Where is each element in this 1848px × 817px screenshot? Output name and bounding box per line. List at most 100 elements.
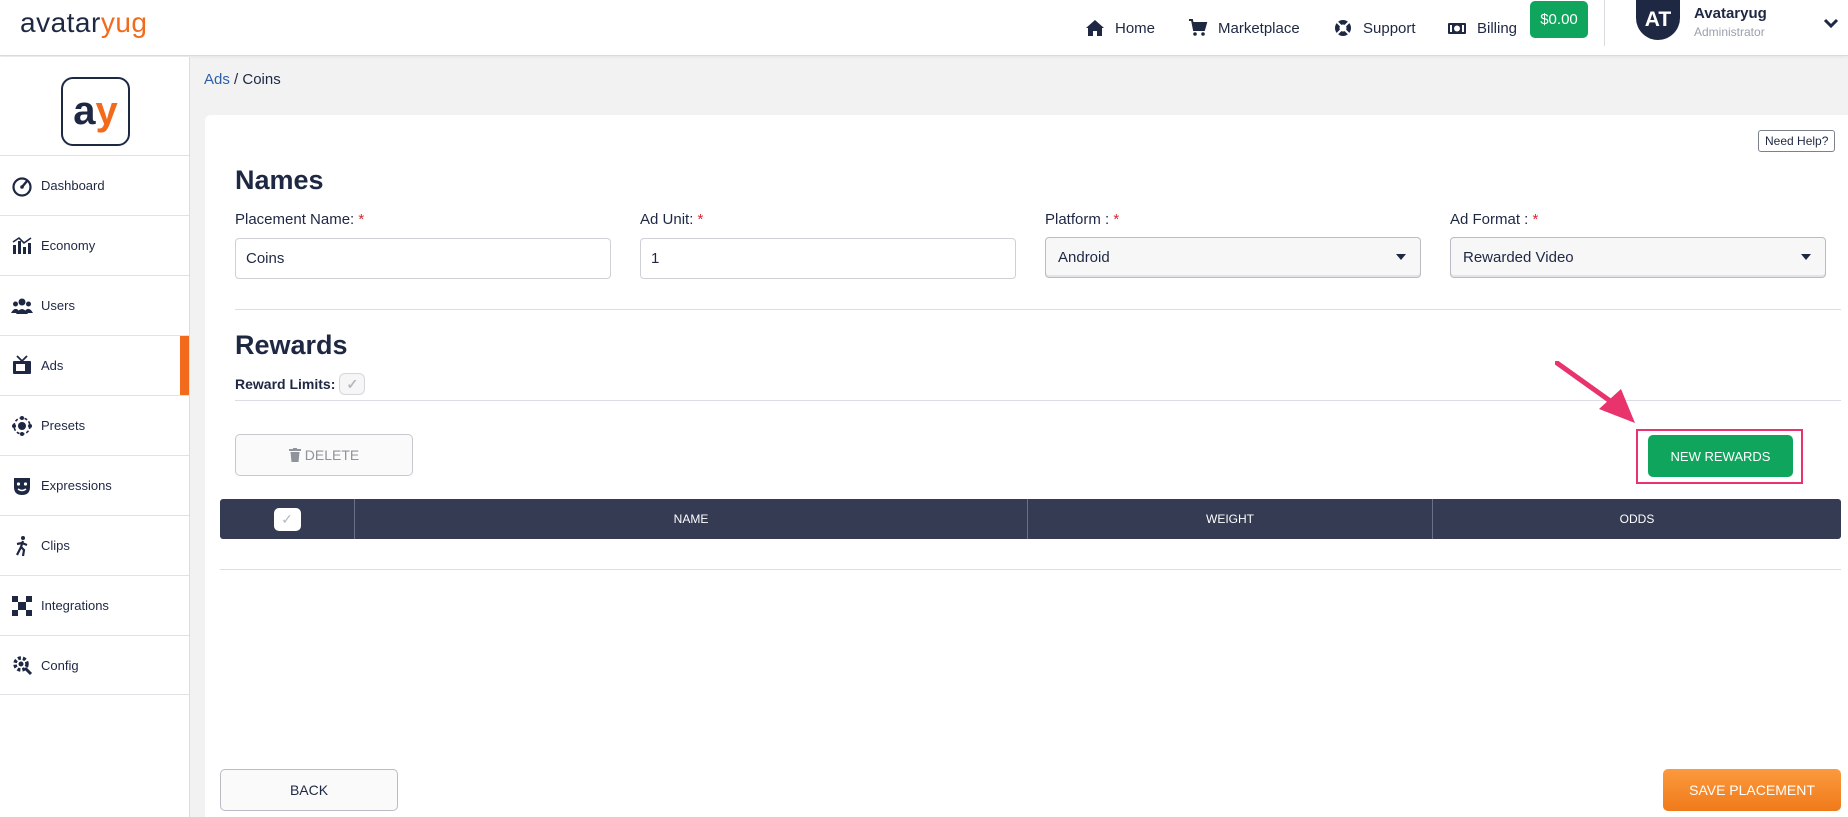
column-header-name[interactable]: NAME — [355, 499, 1028, 539]
sidebar-nav: Dashboard Economy Users Ads Presets Expr… — [0, 155, 189, 695]
platform-select-value: Android — [1058, 249, 1110, 266]
trash-icon — [288, 448, 301, 462]
save-placement-button[interactable]: SAVE PLACEMENT — [1663, 769, 1841, 811]
money-icon — [1448, 23, 1466, 34]
integrations-icon — [12, 595, 32, 616]
nav-home-label: Home — [1115, 19, 1156, 37]
sidebar-logo[interactable]: ay — [61, 77, 130, 146]
sidebar-item-label: Clips — [41, 538, 70, 553]
back-button[interactable]: BACK — [220, 769, 398, 811]
section-divider — [235, 309, 1841, 310]
pointer-arrow-icon — [1555, 361, 1635, 423]
economy-icon — [12, 236, 32, 254]
sidebar-item-integrations[interactable]: Integrations — [0, 575, 189, 635]
select-all-cell: ✓ — [220, 499, 355, 539]
platform-label-text: Platform : — [1045, 211, 1110, 228]
reward-limits-field: Reward Limits: ✓ — [235, 373, 366, 395]
table-bottom-divider — [220, 569, 1841, 570]
sidebar-item-label: Economy — [41, 238, 96, 253]
ads-icon — [13, 354, 31, 374]
rewards-section-title: Rewards — [235, 330, 348, 360]
home-icon — [1086, 20, 1104, 36]
required-marker: * — [1113, 211, 1120, 228]
reward-limits-label: Reward Limits: — [235, 376, 336, 392]
required-marker: * — [697, 211, 704, 228]
sidebar: ay Dashboard Economy Users Ads Presets E… — [0, 57, 190, 817]
sidebar-item-ads[interactable]: Ads — [0, 335, 189, 396]
sidebar-item-label: Users — [41, 298, 75, 313]
platform-label: Platform : * — [1045, 211, 1119, 228]
column-header-odds[interactable]: ODDS — [1433, 499, 1841, 539]
rewards-table-header: ✓ NAME WEIGHT ODDS — [220, 499, 1841, 539]
placement-name-input[interactable]: Coins — [235, 238, 611, 279]
placement-name-label-text: Placement Name: — [235, 211, 355, 228]
dashboard-icon — [12, 176, 32, 197]
required-marker: * — [1532, 211, 1539, 228]
avatar[interactable]: AT — [1636, 0, 1680, 40]
placement-form-card: Need Help? Names Placement Name: * Coins… — [205, 115, 1848, 817]
sidebar-item-expressions[interactable]: Expressions — [0, 455, 189, 515]
nav-billing-label: Billing — [1477, 19, 1518, 37]
caret-down-icon — [1396, 254, 1406, 260]
new-rewards-button[interactable]: NEW REWARDS — [1648, 435, 1793, 477]
nav-support-label: Support — [1363, 19, 1416, 37]
sidebar-item-presets[interactable]: Presets — [0, 395, 189, 455]
sidebar-item-label: Presets — [41, 418, 86, 433]
sidebar-item-label: Expressions — [41, 478, 112, 493]
logo-mark-y: y — [95, 89, 118, 133]
nav-home[interactable]: Home — [1085, 0, 1155, 56]
delete-button-label: DELETE — [304, 447, 360, 463]
select-all-checkbox[interactable]: ✓ — [273, 507, 301, 531]
need-help-button[interactable]: Need Help? — [1758, 130, 1836, 152]
placement-name-label: Placement Name: * — [235, 211, 364, 228]
user-role: Administrator — [1694, 25, 1765, 39]
sidebar-item-dashboard[interactable]: Dashboard — [0, 155, 189, 215]
sidebar-item-label: Config — [41, 657, 79, 673]
sidebar-item-label: Integrations — [41, 598, 109, 613]
presets-icon — [12, 415, 32, 436]
nav-marketplace-label: Marketplace — [1218, 19, 1300, 37]
cart-icon — [1189, 19, 1208, 36]
users-icon — [11, 298, 33, 314]
user-name[interactable]: Avataryug — [1694, 5, 1767, 22]
platform-select[interactable]: Android — [1045, 237, 1421, 278]
breadcrumb-separator: / — [229, 71, 243, 88]
balance-button[interactable]: $0.00 — [1530, 1, 1588, 38]
nav-marketplace[interactable]: Marketplace — [1188, 0, 1300, 56]
config-icon — [13, 656, 33, 676]
logo-text-part1: avatar — [20, 7, 101, 38]
breadcrumb: Ads / Coins — [204, 71, 281, 88]
expressions-icon — [14, 477, 30, 495]
sidebar-item-label: Dashboard — [41, 178, 105, 193]
sidebar-item-label: Ads — [41, 358, 64, 373]
logo-text-part2: yug — [100, 7, 148, 38]
sidebar-item-clips[interactable]: Clips — [0, 515, 189, 575]
sidebar-item-users[interactable]: Users — [0, 275, 189, 335]
required-marker: * — [358, 211, 365, 228]
logo-mark-a: a — [73, 89, 96, 133]
ad-unit-label-text: Ad Unit: — [640, 211, 694, 228]
caret-down-icon — [1801, 254, 1811, 260]
clips-icon — [16, 535, 28, 556]
ad-format-select-value: Rewarded Video — [1463, 249, 1574, 266]
ad-unit-input[interactable]: 1 — [640, 238, 1016, 279]
ad-unit-label: Ad Unit: * — [640, 211, 703, 228]
breadcrumb-current: Coins — [242, 71, 281, 88]
ad-format-label-text: Ad Format : — [1450, 211, 1529, 228]
lifebuoy-icon — [1335, 20, 1351, 36]
names-section-title: Names — [235, 165, 324, 195]
chevron-down-icon[interactable] — [1822, 14, 1840, 32]
ad-format-label: Ad Format : * — [1450, 211, 1538, 228]
reward-limits-checkbox[interactable]: ✓ — [339, 373, 366, 395]
nav-billing[interactable]: Billing — [1447, 0, 1517, 56]
breadcrumb-ads-link[interactable]: Ads — [204, 71, 230, 88]
delete-button[interactable]: DELETE — [235, 434, 413, 476]
ad-format-select[interactable]: Rewarded Video — [1450, 237, 1826, 278]
top-divider — [1604, 0, 1605, 46]
sidebar-item-economy[interactable]: Economy — [0, 215, 189, 275]
nav-support[interactable]: Support — [1333, 0, 1416, 56]
top-bar: avataryug Home Marketplace Support Billi… — [0, 0, 1848, 56]
brand-logo[interactable]: avataryug — [20, 7, 147, 39]
column-header-weight[interactable]: WEIGHT — [1028, 499, 1433, 539]
sidebar-item-config[interactable]: Config — [0, 635, 189, 695]
